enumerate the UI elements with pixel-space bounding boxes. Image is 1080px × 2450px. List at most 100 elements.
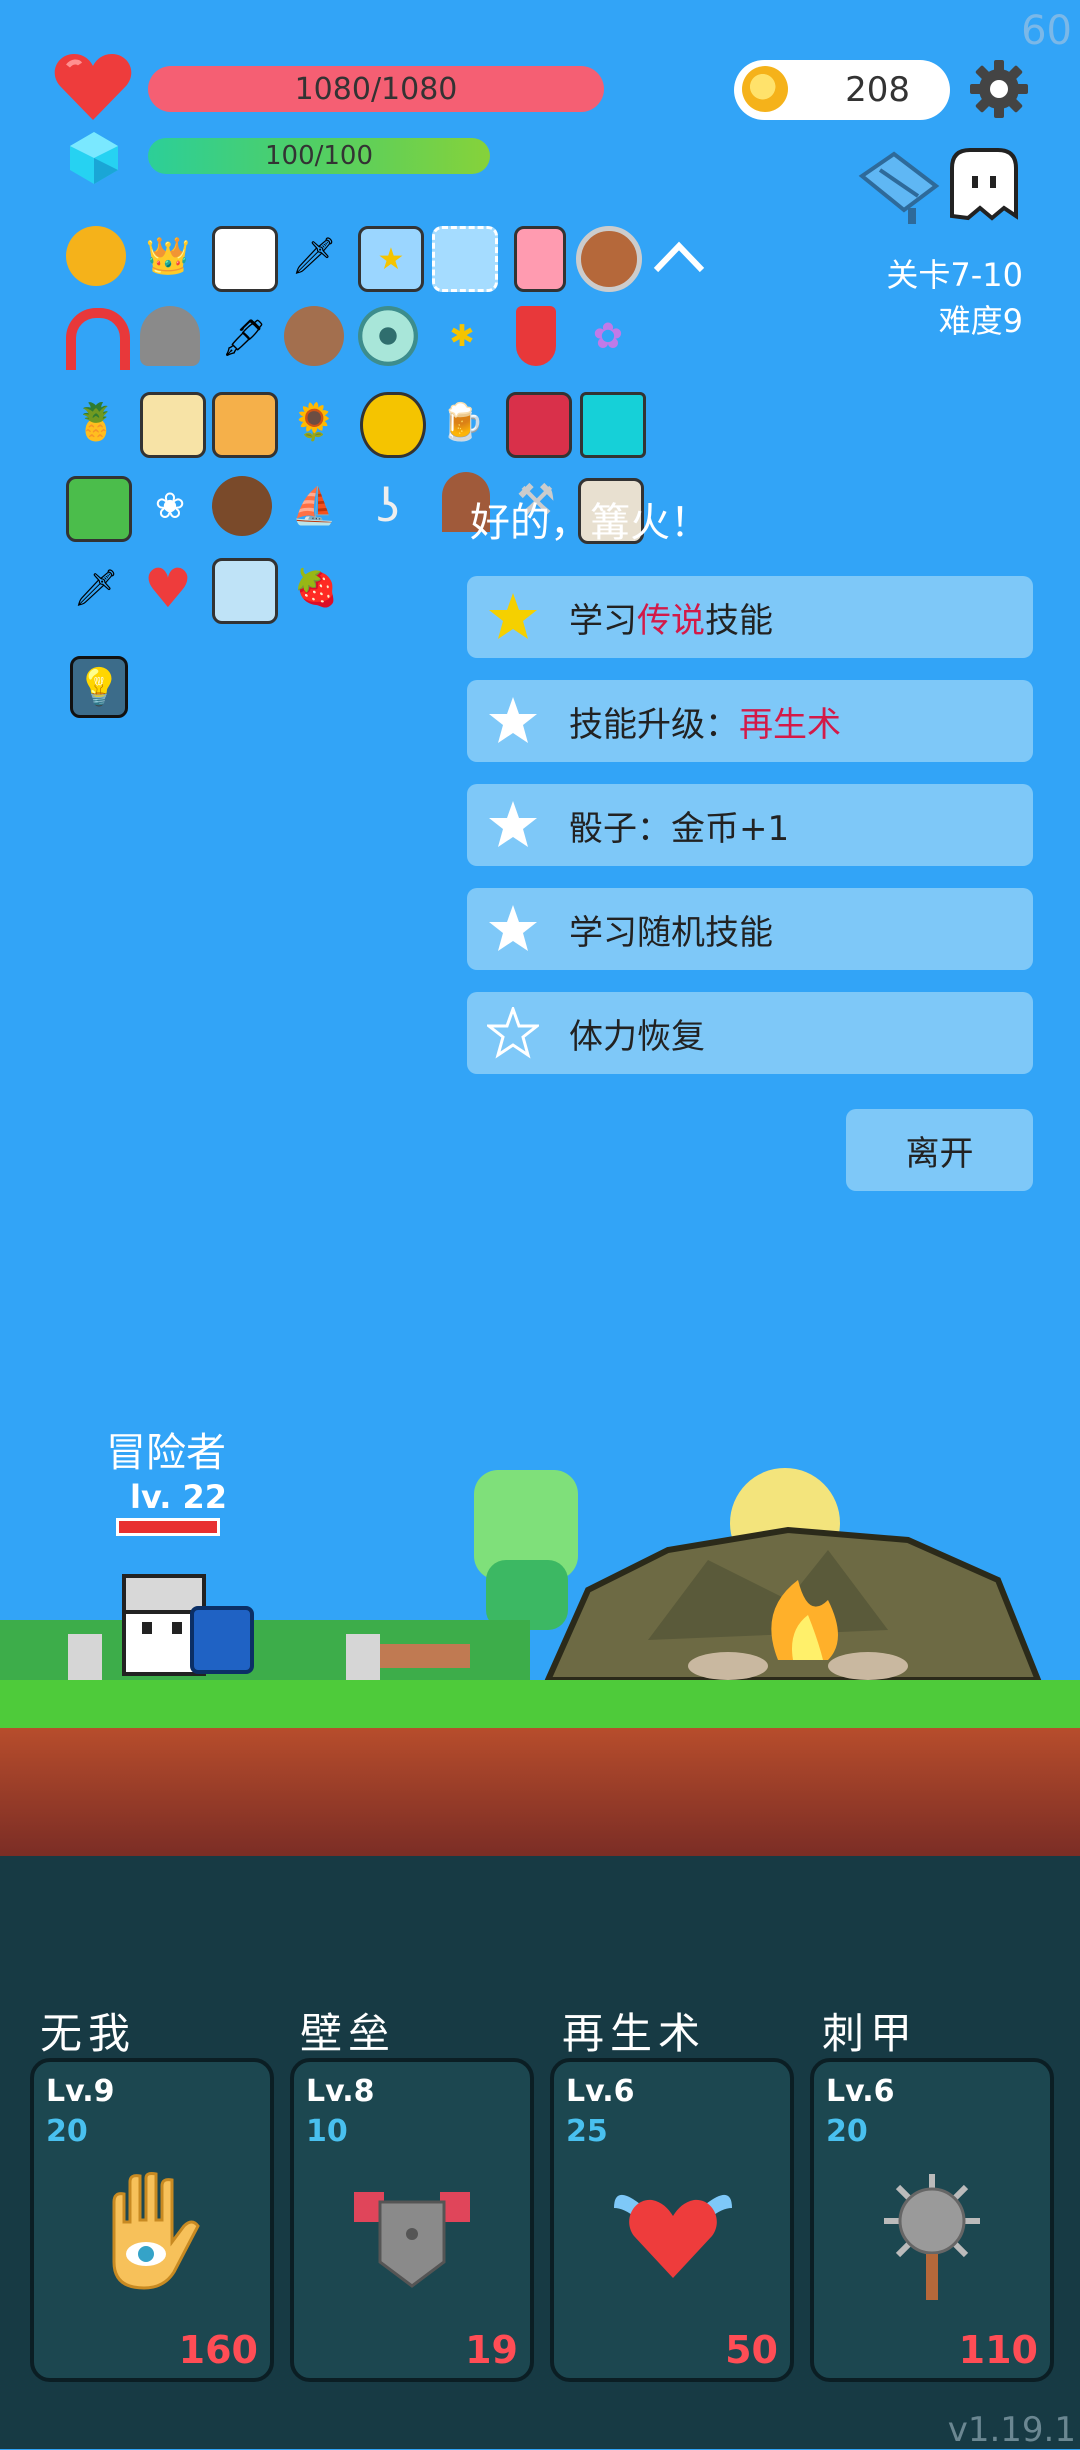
difficulty-level: 难度9	[938, 302, 1023, 340]
target-disc-icon[interactable]	[358, 306, 418, 366]
hero-sprite	[122, 1574, 254, 1676]
hero-level: lv. 22	[130, 1478, 228, 1516]
heart-icon	[54, 54, 132, 120]
skill-cost: 25	[566, 2114, 608, 2149]
cash-icon[interactable]	[66, 476, 132, 542]
sunflower-icon[interactable]: 🌻	[284, 392, 344, 452]
skill-name-1: 无我	[40, 2009, 137, 2058]
option-label: 骰子：金币+1	[569, 808, 790, 849]
option-learn-legendary[interactable]: 学习传说技能	[467, 576, 1033, 658]
option-label: 学习传说技能	[569, 600, 773, 641]
star-white-icon	[489, 905, 537, 951]
coin-value: 208	[845, 70, 910, 110]
option-label: 体力恢复	[569, 1016, 705, 1057]
pineapple-icon[interactable]: 🍍	[66, 392, 126, 452]
option-label: 技能升级：再生术	[569, 704, 841, 745]
leave-button[interactable]: 离开	[846, 1109, 1033, 1191]
dotted-square-icon[interactable]	[432, 226, 498, 292]
strawberry-icon[interactable]: 🍓	[286, 558, 346, 618]
option-label: 学习随机技能	[569, 912, 773, 953]
skill-value: 110	[958, 2328, 1038, 2372]
helmet-icon[interactable]	[140, 306, 200, 366]
version-label: v1.19.1	[947, 2410, 1076, 2450]
skill-card-4[interactable]: Lv.6 20 110	[810, 2058, 1054, 2382]
star-white-icon	[489, 697, 537, 743]
fps-counter: 60	[1021, 8, 1072, 54]
skill-cost: 20	[46, 2114, 88, 2149]
mp-value: 100/100	[264, 141, 373, 171]
winged-heart-icon	[614, 2194, 732, 2278]
round-shield-icon[interactable]	[576, 226, 642, 292]
meteor-icon[interactable]	[284, 306, 344, 366]
skill-cost: 10	[306, 2114, 348, 2149]
stage-info: 关卡7-10 难度9	[886, 252, 1023, 344]
flower-pot-icon[interactable]: ✿	[578, 306, 638, 366]
coin-stack-icon[interactable]	[66, 226, 126, 286]
gem-icon	[70, 132, 118, 184]
bees-icon[interactable]: ✱	[432, 306, 492, 366]
coconut-flag-icon[interactable]	[212, 476, 272, 536]
hero-hp-bar	[116, 1518, 220, 1536]
hp-value: 1080/1080	[294, 71, 458, 107]
skill-card-1[interactable]: Lv.9 20 160	[30, 2058, 274, 2382]
eye-hand-icon	[112, 2172, 200, 2290]
pirate-ship-icon[interactable]: ⛵	[284, 476, 344, 536]
coin-icon	[742, 66, 788, 112]
option-upgrade-skill[interactable]: 技能升级：再生术	[467, 680, 1033, 762]
skill-value: 50	[725, 2328, 778, 2372]
star-card-icon[interactable]: ★	[358, 226, 424, 292]
red-heart-icon[interactable]: ♥	[138, 557, 198, 620]
skill-level: Lv.9	[46, 2074, 115, 2109]
star-gold-icon	[489, 593, 537, 639]
skill-card-3[interactable]: Lv.6 25 50	[550, 2058, 794, 2382]
jam-jar-icon[interactable]	[506, 392, 572, 458]
ghost-icon[interactable]	[946, 146, 1022, 226]
ground-dirt	[0, 1728, 1080, 1856]
magnet-icon[interactable]	[66, 308, 130, 370]
golden-egg-icon[interactable]	[360, 392, 426, 458]
option-dice-coin[interactable]: 骰子：金币+1	[467, 784, 1033, 866]
sock-icon[interactable]	[516, 306, 556, 366]
skill-level: Lv.6	[566, 2074, 635, 2109]
skill-value: 160	[178, 2328, 258, 2372]
skill-name-4: 刺甲	[822, 2009, 919, 2058]
map-icon[interactable]	[858, 146, 940, 226]
daisy-icon[interactable]: ❀	[140, 476, 200, 536]
skill-level: Lv.6	[826, 2074, 895, 2109]
chevron-up-icon[interactable]	[652, 238, 706, 274]
fence-post-1	[68, 1634, 102, 1680]
sword-2-icon[interactable]: 🗡	[66, 558, 126, 618]
crown-icon[interactable]: 👑	[138, 226, 198, 286]
armor-icon	[354, 2192, 470, 2288]
lightbulb-card-icon[interactable]: 💡	[70, 656, 128, 718]
fence-rail	[380, 1644, 470, 1668]
star-outline-icon	[487, 1007, 539, 1059]
option-learn-random[interactable]: 学习随机技能	[467, 888, 1033, 970]
robe-icon[interactable]	[212, 558, 278, 624]
hook-icon[interactable]: ʖ	[358, 476, 418, 536]
checklist-icon[interactable]	[212, 226, 278, 292]
spiked-mace-icon	[884, 2174, 980, 2300]
hp-bar: 1080/1080	[148, 66, 604, 112]
skill-value: 19	[465, 2328, 518, 2372]
spiral-icon[interactable]	[580, 392, 646, 458]
hero-name: 冒险者	[106, 1430, 226, 1476]
skill-cost: 20	[826, 2114, 868, 2149]
gear-icon[interactable]	[968, 58, 1030, 120]
beer-mug-icon[interactable]: 🍺	[432, 392, 492, 452]
mp-bar: 100/100	[148, 138, 490, 174]
sword-icon[interactable]: 🗡	[284, 226, 344, 286]
spray-bottle-icon[interactable]	[514, 226, 566, 292]
campfire-rubble	[543, 1526, 1043, 1683]
scalpel-icon[interactable]: 🖋	[214, 308, 274, 368]
fence-post-2	[346, 1634, 380, 1680]
recipe-card-icon[interactable]	[212, 392, 278, 458]
ground-grass	[0, 1680, 1080, 1728]
treasure-map-icon[interactable]	[140, 392, 206, 458]
option-restore-stamina[interactable]: 体力恢复	[467, 992, 1033, 1074]
skill-card-2[interactable]: Lv.8 10 19	[290, 2058, 534, 2382]
skill-level: Lv.8	[306, 2074, 375, 2109]
skill-name-3: 再生术	[562, 2009, 707, 2058]
skill-name-2: 壁垒	[300, 2009, 397, 2058]
stage-level: 关卡7-10	[886, 256, 1023, 294]
